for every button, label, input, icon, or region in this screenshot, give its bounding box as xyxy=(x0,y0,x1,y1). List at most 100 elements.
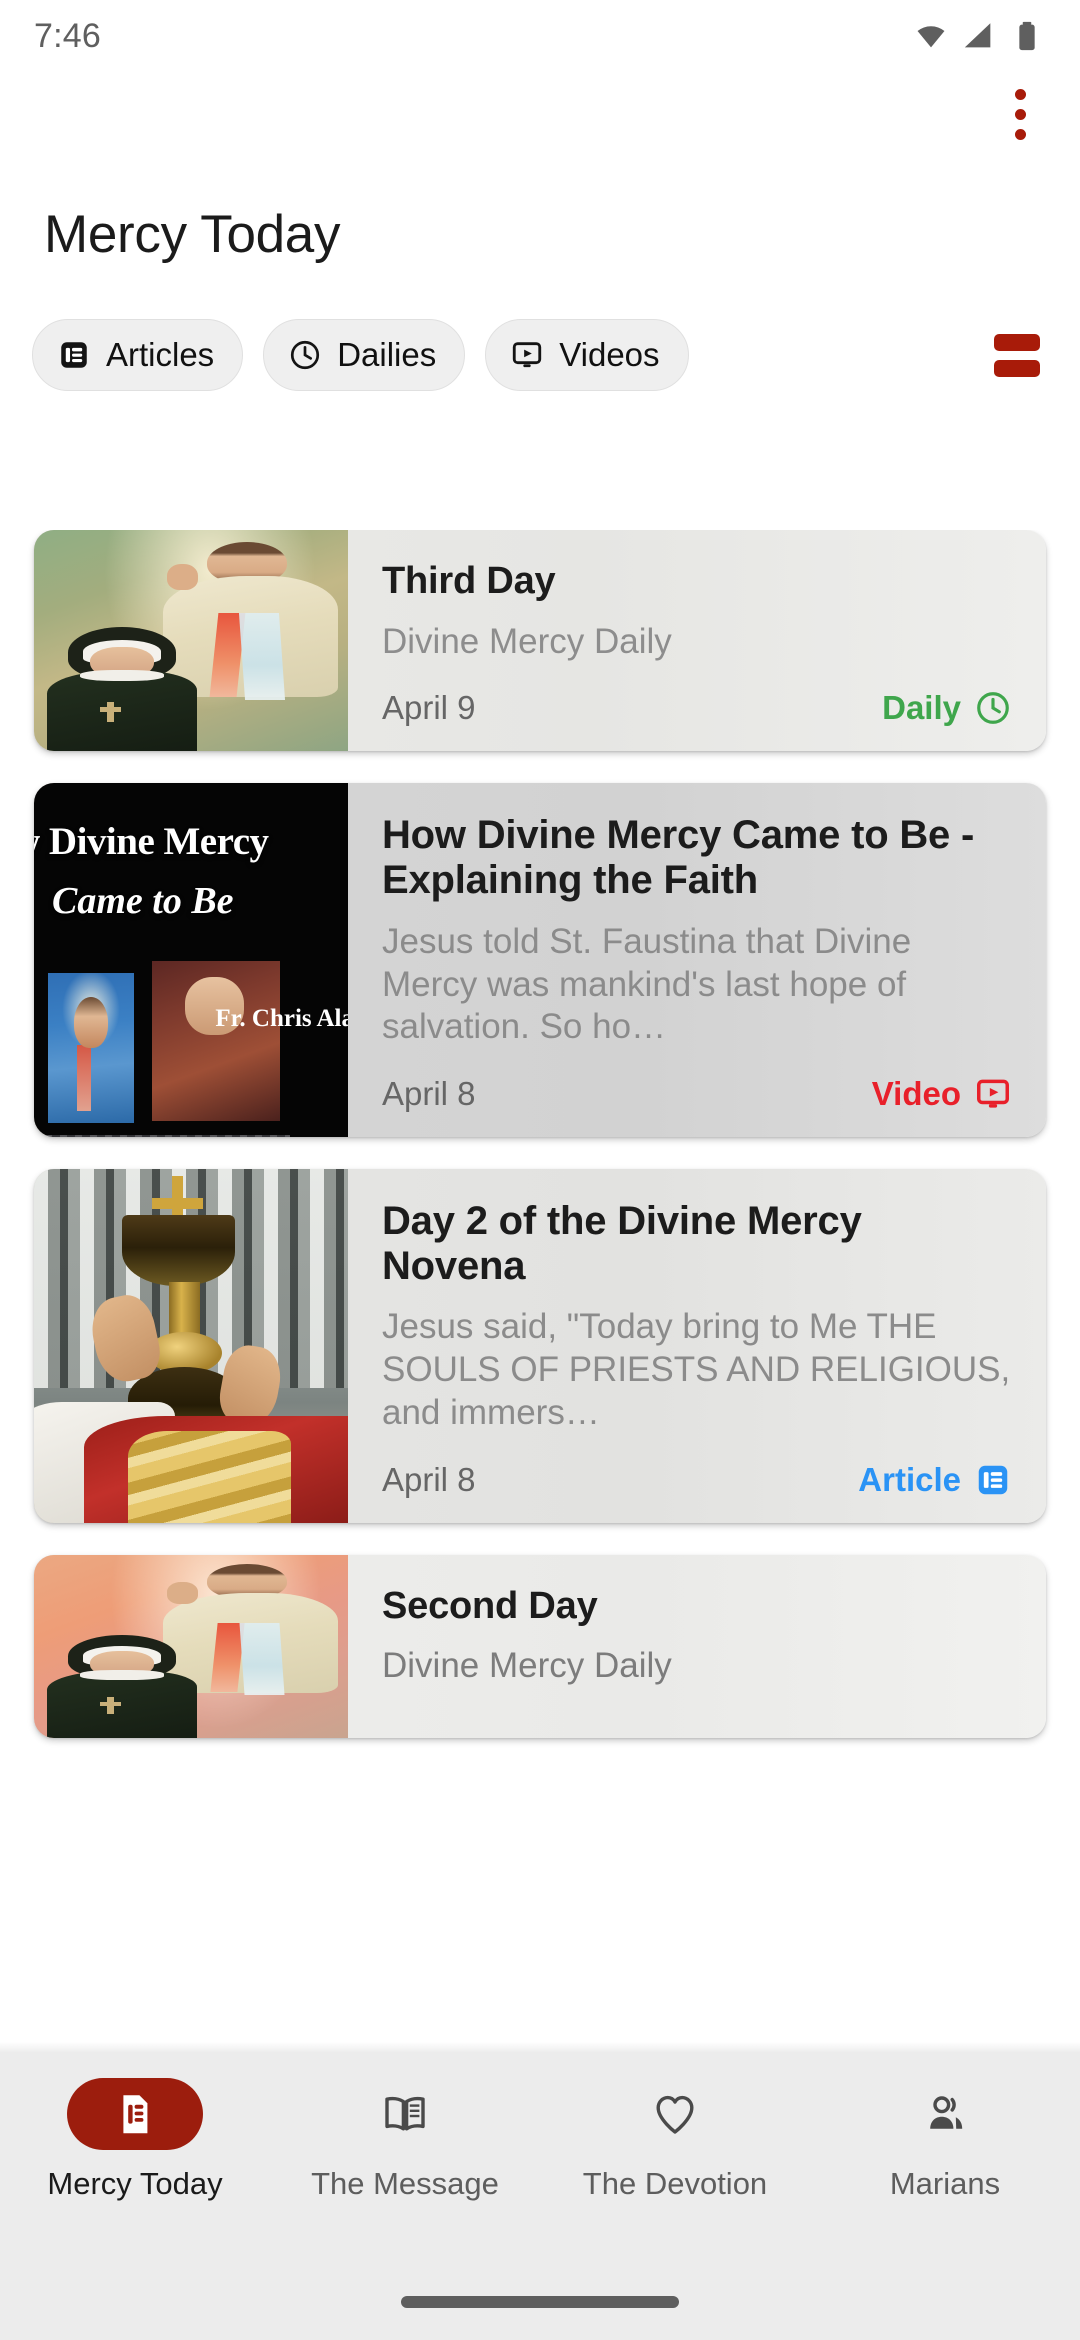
card-subtitle: Jesus said, "Today bring to Me THE SOULS… xyxy=(382,1307,1011,1432)
card-thumbnail xyxy=(34,530,348,752)
article-icon xyxy=(978,1465,1008,1494)
status-badge: Article xyxy=(858,1461,1012,1499)
card-body: How Divine Mercy Came to Be - Explaining… xyxy=(348,783,1046,1137)
card-footer: April 9 Daily xyxy=(382,663,1012,727)
card-title: Second Day xyxy=(382,1584,598,1627)
nav-label: The Devotion xyxy=(582,2166,768,2201)
poster-divine-mercy-image xyxy=(48,973,134,1124)
card-title: How Divine Mercy Came to Be - Explaining… xyxy=(382,813,975,903)
nav-item-the-devotion[interactable]: The Devotion xyxy=(540,2078,810,2202)
poster-author: Fr. Chris Ala xyxy=(215,1005,348,1033)
nun-habit xyxy=(46,670,198,752)
nun-cross xyxy=(100,701,121,723)
filter-chip-articles[interactable]: Articles xyxy=(32,319,244,391)
video-icon xyxy=(977,1079,1009,1108)
filter-chip-videos[interactable]: Videos xyxy=(485,319,689,391)
filter-chip-label: Dailies xyxy=(337,336,437,373)
document-icon xyxy=(123,2095,148,2134)
nun-collar xyxy=(79,1670,165,1680)
feed-card[interactable]: Day 2 of the Divine Mercy Novena Jesus s… xyxy=(34,1168,1046,1523)
divine-mercy-painting xyxy=(34,530,348,752)
nun-cross xyxy=(100,1696,121,1714)
list-view-bar xyxy=(994,359,1040,377)
nav-icon-pill xyxy=(67,2078,203,2150)
heart-icon xyxy=(656,2095,694,2134)
card-footer: April 8 Video xyxy=(382,1049,1012,1113)
cellular-signal-icon xyxy=(964,23,991,48)
filter-chip-row: Articles Dailies Videos xyxy=(0,265,1080,391)
card-subtitle: Jesus told St. Faustina that Divine Merc… xyxy=(382,921,912,1047)
feed-card[interactable]: Second Day Divine Mercy Daily xyxy=(34,1554,1046,1738)
card-thumbnail xyxy=(34,1554,348,1738)
faustina-figure xyxy=(46,1635,198,1738)
jesus-hand xyxy=(166,1582,198,1605)
status-badge: Daily xyxy=(882,689,1012,727)
card-subtitle: Divine Mercy Daily xyxy=(382,1646,672,1686)
nav-label: Mercy Today xyxy=(47,2166,223,2201)
article-icon xyxy=(61,342,87,368)
nav-item-the-message[interactable]: The Message xyxy=(270,2078,540,2202)
nav-label: Marians xyxy=(889,2166,1001,2201)
priest-gold-vestment xyxy=(128,1430,292,1523)
badge-label: Daily xyxy=(882,689,961,727)
video-icon xyxy=(513,342,542,368)
battery-icon xyxy=(1019,21,1035,51)
card-footer xyxy=(382,1688,1012,1714)
nav-label: The Message xyxy=(311,2166,499,2201)
card-body: Day 2 of the Divine Mercy Novena Jesus s… xyxy=(348,1169,1046,1523)
priest-chalice-photo xyxy=(34,1168,348,1523)
nun-collar xyxy=(79,669,165,682)
filter-chip-label: Videos xyxy=(559,336,660,373)
faustina-figure xyxy=(46,627,198,752)
poster-priest-image xyxy=(152,961,280,1122)
badge-label: Video xyxy=(871,1074,961,1112)
nav-item-mercy-today[interactable]: Mercy Today xyxy=(0,2078,270,2202)
filter-chip-label: Articles xyxy=(106,336,215,373)
card-subtitle: Divine Mercy Daily xyxy=(382,621,672,661)
nun-habit xyxy=(46,1671,198,1738)
video-poster-thumbnail: w Divine Mercy Came to Be Fr. Chris Ala xyxy=(34,783,348,1137)
clock-icon xyxy=(291,340,320,370)
people-icon xyxy=(930,2096,963,2129)
list-view-bar xyxy=(994,333,1040,351)
poster-title-line2: Came to Be xyxy=(52,880,234,923)
card-thumbnail: w Divine Mercy Came to Be Fr. Chris Ala xyxy=(34,783,348,1137)
status-icons xyxy=(914,19,1044,53)
divine-mercy-painting xyxy=(34,1554,348,1738)
bottom-navigation-bar: Mercy Today The Message The Devotion Mar… xyxy=(0,2052,1080,2340)
clock-icon xyxy=(977,692,1009,725)
poster-title-line1: w Divine Mercy xyxy=(34,820,269,864)
jesus-hand xyxy=(166,563,198,590)
feed-card[interactable]: Third Day Divine Mercy Daily April 9 Dai… xyxy=(34,530,1046,752)
chalice-cup xyxy=(121,1214,235,1286)
book-icon xyxy=(385,2096,425,2131)
kebab-dot xyxy=(1015,88,1026,100)
nav-icon-pill xyxy=(337,2078,473,2150)
nav-icon-pill xyxy=(607,2078,743,2150)
card-title: Third Day xyxy=(382,560,556,602)
card-date: April 8 xyxy=(382,1074,476,1112)
card-footer: April 8 Article xyxy=(382,1435,1012,1499)
card-thumbnail xyxy=(34,1168,348,1523)
kebab-dot xyxy=(1015,128,1026,140)
bottom-nav-shadow xyxy=(0,2042,1080,2052)
poster-group-photo xyxy=(34,1135,290,1137)
status-time: 7:46 xyxy=(34,16,101,55)
card-date: April 8 xyxy=(382,1460,476,1498)
filter-chip-dailies[interactable]: Dailies xyxy=(263,319,466,391)
more-options-icon[interactable] xyxy=(1001,77,1040,152)
white-ray xyxy=(238,613,285,700)
card-title: Day 2 of the Divine Mercy Novena xyxy=(382,1198,862,1288)
home-indicator[interactable] xyxy=(401,2296,679,2308)
card-body: Second Day Divine Mercy Daily xyxy=(348,1555,1046,1738)
nav-icon-pill xyxy=(877,2078,1013,2150)
app-bar xyxy=(0,72,1080,156)
list-view-icon[interactable] xyxy=(994,333,1040,377)
card-body: Third Day Divine Mercy Daily April 9 Dai… xyxy=(348,530,1046,751)
feed-card[interactable]: w Divine Mercy Came to Be Fr. Chris Ala … xyxy=(34,783,1046,1137)
white-ray xyxy=(239,1623,285,1696)
wifi-icon xyxy=(917,26,945,48)
card-date: April 9 xyxy=(382,689,476,727)
status-badge: Video xyxy=(872,1075,1012,1113)
nav-item-marians[interactable]: Marians xyxy=(810,2078,1080,2202)
